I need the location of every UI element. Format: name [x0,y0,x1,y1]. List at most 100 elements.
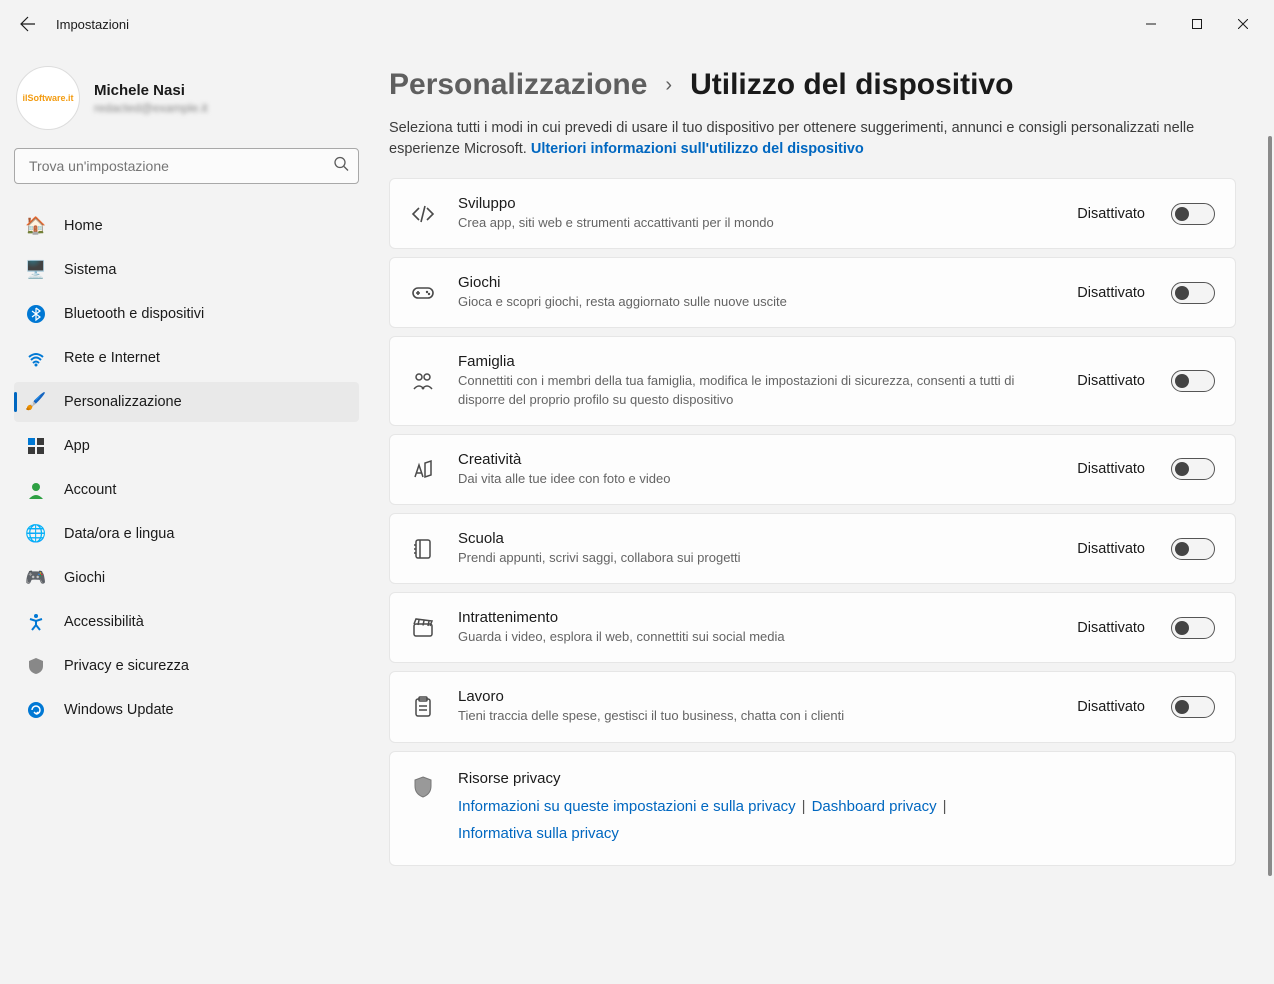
nav-network[interactable]: Rete e Internet [14,338,359,378]
privacy-dashboard-link[interactable]: Dashboard privacy [812,798,937,815]
home-icon: 🏠 [26,216,46,236]
nav-label: Privacy e sicurezza [64,658,189,674]
toggle-status: Disattivato [1077,620,1145,636]
search-wrap [14,148,359,184]
nav-label: Accessibilità [64,614,144,630]
nav-label: App [64,438,90,454]
clipboard-icon [410,694,436,720]
card-family: Famiglia Connettiti con i membri della t… [389,336,1236,425]
nav-label: Personalizzazione [64,394,182,410]
profile-email: redacted@example.it [94,101,208,115]
nav-time[interactable]: 🌐Data/ora e lingua [14,514,359,554]
toggle-gaming[interactable] [1171,282,1215,304]
close-icon [1238,19,1248,29]
shield-icon [410,774,436,800]
card-gaming: Giochi Gioca e scopri giochi, resta aggi… [389,257,1236,328]
card-desc: Guarda i video, esplora il web, connetti… [458,628,1055,646]
nav-label: Bluetooth e dispositivi [64,306,204,322]
wifi-icon [26,348,46,368]
toggle-development[interactable] [1171,203,1215,225]
nav-home[interactable]: 🏠 Home [14,206,359,246]
toggle-status: Disattivato [1077,285,1145,301]
nav-label: Rete e Internet [64,350,160,366]
window-title: Impostazioni [56,17,129,32]
sidebar: ilSoftware.it Michele Nasi redacted@exam… [0,48,365,984]
scrollbar[interactable] [1266,48,1272,982]
family-icon [410,368,436,394]
intro-text: Seleziona tutti i modi in cui prevedi di… [389,118,1236,160]
code-icon [410,201,436,227]
person-icon [26,480,46,500]
card-title: Sviluppo [458,195,1055,212]
brush-icon: 🖌️ [26,392,46,412]
card-desc: Crea app, siti web e strumenti accattiva… [458,214,1055,232]
nav-personalization[interactable]: 🖌️ Personalizzazione [14,382,359,422]
nav: 🏠Home 🖥️Sistema Bluetooth e dispositivi … [12,202,361,734]
nav-label: Windows Update [64,702,174,718]
toggle-status: Disattivato [1077,541,1145,557]
shield-icon [26,656,46,676]
toggle-status: Disattivato [1077,373,1145,389]
toggle-entertainment[interactable] [1171,617,1215,639]
privacy-info-link[interactable]: Informazioni su queste impostazioni e su… [458,798,796,815]
accessibility-icon [26,612,46,632]
card-title: Lavoro [458,688,1055,705]
maximize-button[interactable] [1174,8,1220,40]
card-title: Creatività [458,451,1055,468]
toggle-status: Disattivato [1077,206,1145,222]
breadcrumb: Personalizzazione › Utilizzo del disposi… [389,68,1236,102]
toggle-family[interactable] [1171,370,1215,392]
toggle-status: Disattivato [1077,699,1145,715]
update-icon [26,700,46,720]
learn-more-link[interactable]: Ulteriori informazioni sull'utilizzo del… [531,141,864,157]
chevron-right-icon: › [665,74,672,97]
nav-label: Home [64,218,103,234]
clapperboard-icon [410,615,436,641]
nav-privacy[interactable]: Privacy e sicurezza [14,646,359,686]
apps-icon [26,436,46,456]
minimize-icon [1146,19,1156,29]
card-title: Intrattenimento [458,609,1055,626]
nav-accessibility[interactable]: Accessibilità [14,602,359,642]
card-desc: Gioca e scopri giochi, resta aggiornato … [458,293,1055,311]
toggle-school[interactable] [1171,538,1215,560]
main-content: Personalizzazione › Utilizzo del disposi… [365,48,1274,984]
privacy-statement-link[interactable]: Informativa sulla privacy [458,825,619,842]
privacy-title: Risorse privacy [458,770,1215,787]
breadcrumb-parent[interactable]: Personalizzazione [389,68,647,102]
nav-accounts[interactable]: Account [14,470,359,510]
back-button[interactable] [8,4,48,44]
card-business: Lavoro Tieni traccia delle spese, gestis… [389,671,1236,742]
nav-label: Giochi [64,570,105,586]
card-desc: Prendi appunti, scrivi saggi, collabora … [458,549,1055,567]
gamepad-icon: 🎮 [26,568,46,588]
nav-apps[interactable]: App [14,426,359,466]
bluetooth-icon [26,304,46,324]
scrollbar-thumb[interactable] [1268,136,1272,876]
card-title: Scuola [458,530,1055,547]
card-privacy-resources: Risorse privacy Informazioni su queste i… [389,751,1236,866]
page-title: Utilizzo del dispositivo [690,68,1013,102]
card-creativity: Creatività Dai vita alle tue idee con fo… [389,434,1236,505]
card-desc: Connettiti con i membri della tua famigl… [458,372,1055,408]
minimize-button[interactable] [1128,8,1174,40]
toggle-creativity[interactable] [1171,458,1215,480]
globe-clock-icon: 🌐 [26,524,46,544]
close-button[interactable] [1220,8,1266,40]
notebook-icon [410,536,436,562]
pen-ruler-icon [410,456,436,482]
nav-gaming[interactable]: 🎮 Giochi [14,558,359,598]
toggle-status: Disattivato [1077,461,1145,477]
profile-block[interactable]: ilSoftware.it Michele Nasi redacted@exam… [12,60,361,148]
nav-system[interactable]: 🖥️Sistema [14,250,359,290]
nav-bluetooth[interactable]: Bluetooth e dispositivi [14,294,359,334]
card-title: Famiglia [458,353,1055,370]
card-desc: Tieni traccia delle spese, gestisci il t… [458,707,1055,725]
search-input[interactable] [14,148,359,184]
profile-name: Michele Nasi [94,82,208,99]
card-development: Sviluppo Crea app, siti web e strumenti … [389,178,1236,249]
nav-update[interactable]: Windows Update [14,690,359,730]
toggle-business[interactable] [1171,696,1215,718]
card-school: Scuola Prendi appunti, scrivi saggi, col… [389,513,1236,584]
nav-label: Sistema [64,262,116,278]
